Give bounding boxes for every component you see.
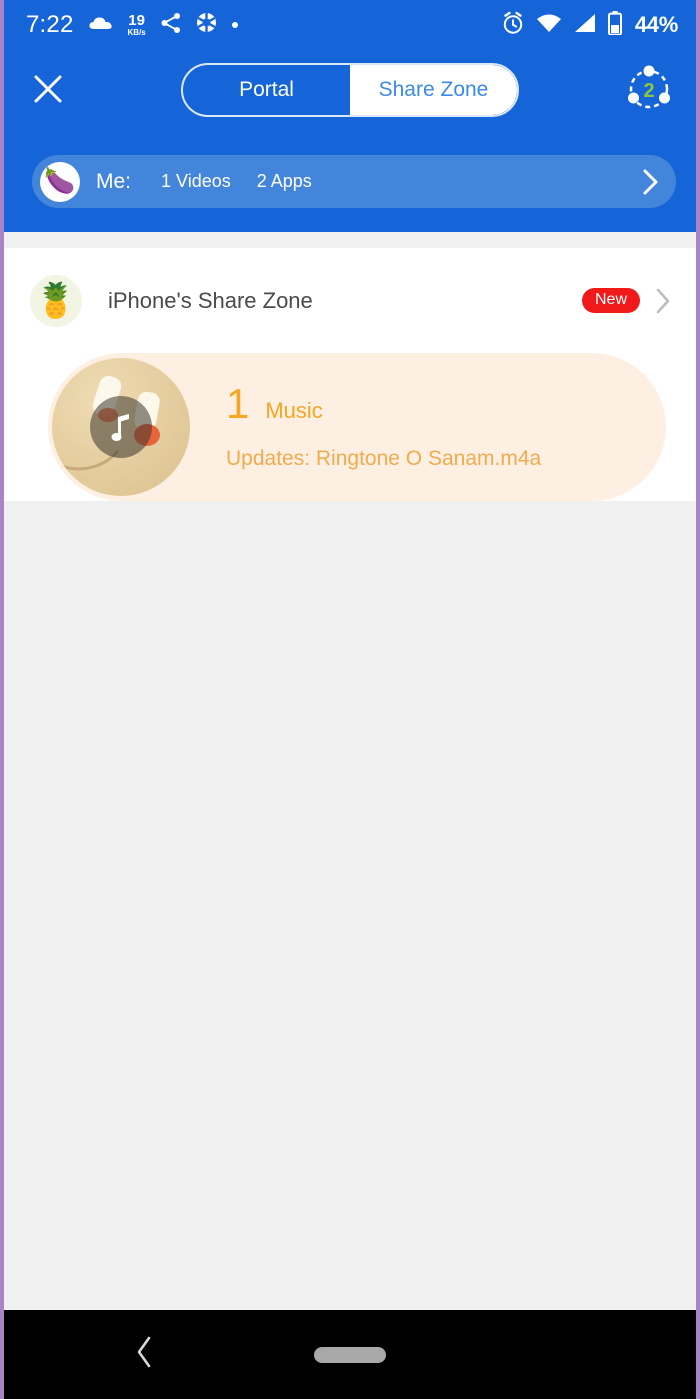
battery-percent: 44% [634,12,678,37]
dot-icon [231,16,239,34]
share-zone-header[interactable]: 🍍 iPhone's Share Zone New [4,248,696,353]
media-item-music[interactable]: 1 Music Updates: Ringtone O Sanam.m4a [48,353,666,501]
media-info: 1 Music Updates: Ringtone O Sanam.m4a [226,383,666,471]
zone-title: iPhone's Share Zone [108,287,313,313]
status-bar: 7:22 19 KB/s 44% [4,0,696,50]
zone-avatar: 🍍 [30,274,82,327]
app-header: Portal Share Zone 2 🍆 Me: 1 Videos 2 App… [4,50,696,232]
view-toggle: Portal Share Zone [181,63,519,117]
network-speed-indicator: 19 KB/s [128,13,146,37]
wifi-icon [536,13,562,38]
media-updates: Updates: Ringtone O Sanam.m4a [226,447,542,470]
tab-share-zone[interactable]: Share Zone [350,65,517,115]
close-button[interactable] [26,69,70,113]
connections-button[interactable]: 2 [622,64,676,118]
media-count-row: 1 Music [226,383,666,425]
media-thumbnail [52,358,190,496]
me-label: Me: [96,169,132,193]
media-count: 1 [226,380,250,427]
battery-icon [607,10,622,40]
music-note-icon [90,396,152,458]
me-stat-apps: 2 Apps [256,171,312,191]
tab-portal[interactable]: Portal [183,65,350,115]
status-bar-right: 44% [501,10,678,40]
network-speed-value: 19 [128,12,145,29]
content-area: 🍍 iPhone's Share Zone New 1 Music Update… [4,232,696,1310]
me-avatar: 🍆 [40,161,80,202]
signal-icon [573,13,597,38]
cloud-icon [88,14,114,37]
share-icon [160,12,182,39]
me-stats: 1 Videos 2 Apps [161,171,642,192]
me-row[interactable]: 🍆 Me: 1 Videos 2 Apps [32,155,676,208]
media-type: Music [265,398,323,423]
back-button[interactable] [134,1335,154,1374]
network-speed-unit: KB/s [127,28,146,37]
home-pill-icon[interactable] [314,1346,386,1363]
system-navigation-bar [4,1310,696,1399]
status-clock: 7:22 [26,11,74,38]
chevron-right-icon [642,168,660,196]
back-chevron-icon [134,1335,154,1374]
alarm-icon [501,11,525,40]
me-stat-videos: 1 Videos [161,171,231,191]
phone-screen: 7:22 19 KB/s 44% Portal Share Zone 2 🍆 M… [0,0,700,1399]
close-icon [32,73,64,110]
new-badge: New [581,288,640,313]
header-navbar: Portal Share Zone 2 [4,50,696,132]
aperture-icon [196,12,217,38]
chevron-right-icon [654,286,672,316]
connection-count-badge: 2 [643,79,655,102]
status-bar-left: 7:22 19 KB/s [26,11,501,39]
share-zone-card: 🍍 iPhone's Share Zone New 1 Music Update… [4,248,696,501]
